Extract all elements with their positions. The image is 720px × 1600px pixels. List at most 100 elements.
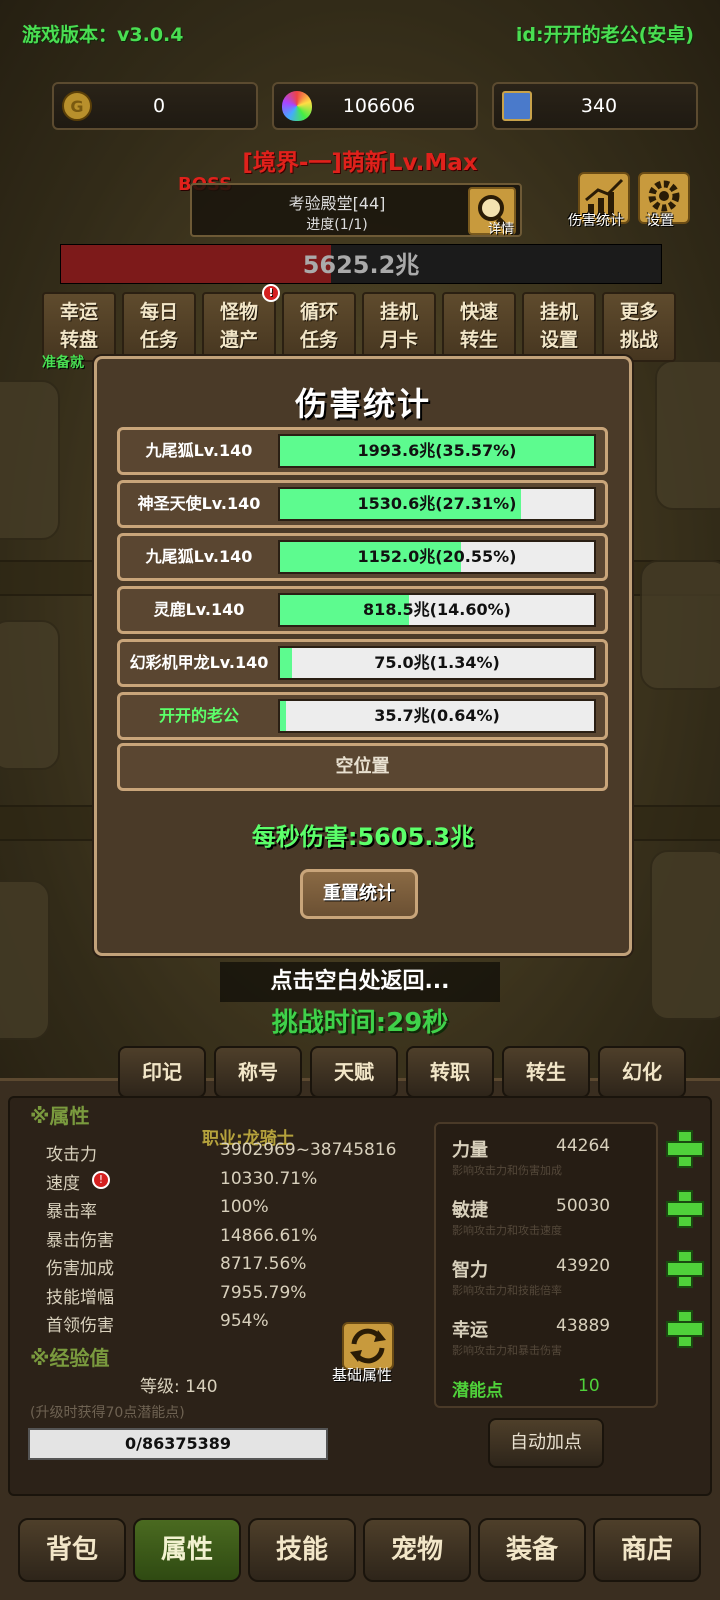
function-button[interactable]: 快速 转生 [442,292,516,362]
stat-value: 50030 [556,1196,611,1216]
stat-description: 影响攻击力和攻击速度 [452,1224,562,1237]
damage-stats-modal: 伤害统计 九尾狐Lv.140 1993.6兆(35.57%) 神圣天使Lv.140 1… [94,356,632,956]
attribute-value: 14866.61% [220,1225,318,1246]
refresh-icon [350,1328,386,1364]
add-point-icon[interactable] [666,1190,704,1228]
damage-row-bar: 75.0兆(1.34%) [278,646,596,680]
egg-resource: 106606 [272,82,478,130]
sub-tab[interactable]: 称号 [214,1046,302,1098]
experience-title: ※经验值 [30,1346,110,1370]
settings-label: 设置 [646,213,674,229]
attribute-name: 速度 [46,1173,80,1194]
attribute-value: 3902969~38745816 [220,1140,397,1160]
damage-row: 神圣天使Lv.140 1530.6兆(27.31%) [117,480,608,528]
reset-stats-button[interactable]: 重置统计 [300,869,418,919]
attribute-name: 技能增幅 [46,1287,114,1308]
damage-row: 灵鹿Lv.140 818.5兆(14.60%) [117,586,608,634]
damage-row-bar: 35.7兆(0.64%) [278,699,596,733]
user-id: id:开开的老公(安卓) [515,24,694,46]
experience-bar: 0/86375389 [28,1428,328,1460]
nav-tab[interactable]: 背包 [18,1518,126,1582]
stat-value: 43920 [556,1256,611,1276]
add-point-icon[interactable] [666,1130,704,1168]
nav-tab[interactable]: 属性 [133,1518,241,1582]
damage-row-name: 神圣天使Lv.140 [137,494,261,513]
sub-tab[interactable]: 印记 [118,1046,206,1098]
bottom-nav: 背包 属性 技能 宠物 装备 商店 [18,1518,701,1582]
stat-description: 影响攻击力和暴击伤害 [452,1344,562,1357]
stage-panel: 考验殿堂[44] 进度(1/1) 详情 [190,183,522,237]
stat-name: 幸运 [452,1320,488,1341]
stat-name: 力量 [452,1140,488,1161]
function-button[interactable]: 挂机 月卡 [362,292,436,362]
function-button[interactable]: 每日 任务 [122,292,196,362]
damage-row-value: 1152.0兆(20.55%) [357,547,517,566]
nav-tab[interactable]: 装备 [478,1518,586,1582]
damage-row-value: 75.0兆(1.34%) [374,653,500,672]
ready-text: 准备就 [42,355,84,371]
gold-coin-icon: G [62,91,92,121]
damage-row-value: 1993.6兆(35.57%) [357,441,517,460]
stat-value: 43889 [556,1316,611,1336]
damage-row: 开开的老公 35.7兆(0.64%) [117,692,608,740]
damage-row-value: 35.7兆(0.64%) [374,706,500,725]
dps-total: 每秒伤害:5605.3兆 [251,823,475,851]
add-point-icon[interactable] [666,1250,704,1288]
attribute-value: 8717.56% [220,1254,307,1274]
damage-row-bar: 1993.6兆(35.57%) [278,434,596,468]
damage-row-bar: 1152.0兆(20.55%) [278,540,596,574]
damage-row: 九尾狐Lv.140 1152.0兆(20.55%) [117,533,608,581]
attributes-title: ※属性 [30,1104,90,1128]
function-button[interactable]: 怪物 遗产! [202,284,280,362]
sub-tab[interactable]: 转生 [502,1046,590,1098]
damage-row-value: 1530.6兆(27.31%) [357,494,517,513]
damage-row-value: 818.5兆(14.60%) [363,600,511,619]
stat-description: 影响攻击力和技能倍率 [452,1284,562,1297]
card-value: 340 [580,95,618,117]
nav-tab[interactable]: 商店 [593,1518,701,1582]
attribute-value: 10330.71% [220,1168,318,1189]
challenge-timer: 挑战时间:29秒 [271,1008,449,1038]
potential-label: 潜能点 [452,1381,503,1401]
stage-progress: 进度(1/1) [306,217,368,233]
basic-attributes-label: 基础属性 [332,1366,393,1384]
game-version: 游戏版本：v3.0.4 [22,24,184,46]
experience-note: (升级时获得70点潜能点) [30,1405,185,1421]
empty-slot: 空位置 [117,743,608,791]
basic-attributes-toggle[interactable] [342,1322,394,1370]
gold-resource: G 0 [52,82,258,130]
stage-detail-label: 详情 [487,222,514,237]
damage-row-name: 幻彩机甲龙Lv.140 [129,653,269,672]
damage-row: 幻彩机甲龙Lv.140 75.0兆(1.34%) [117,639,608,687]
damage-row-name: 九尾狐Lv.140 [145,441,253,460]
function-button[interactable]: 更多 挑战 [602,292,676,362]
alert-badge: ! [262,284,280,302]
nav-tab[interactable]: 宠物 [363,1518,471,1582]
sub-tabs: 印记 称号 天赋 转职 转生 幻化 [118,1046,686,1098]
function-button[interactable]: 挂机 设置 [522,292,596,362]
boss-hp-text: 5625.2兆 [302,251,420,279]
function-button[interactable]: 循环 任务 [282,292,356,362]
stat-name: 敏捷 [452,1200,488,1221]
attribute-value: 954% [220,1311,269,1331]
gold-value: 0 [152,95,166,117]
damage-row-name: 九尾狐Lv.140 [145,547,253,566]
stat-description: 影响攻击力和伤害加成 [452,1164,562,1177]
sub-tab[interactable]: 天赋 [310,1046,398,1098]
sub-tab[interactable]: 转职 [406,1046,494,1098]
add-point-icon[interactable] [666,1310,704,1348]
auto-assign-button[interactable]: 自动加点 [488,1418,604,1468]
damage-row-name: 开开的老公 [158,706,239,725]
function-buttons: 幸运 转盘 每日 任务 怪物 遗产! 循环 任务 挂机 月卡 快速 转生 挂机 设置 更多 挑… [42,284,676,362]
attribute-name: 暴击伤害 [46,1230,114,1251]
sub-tab[interactable]: 幻化 [598,1046,686,1098]
damage-row-bar: 818.5兆(14.60%) [278,593,596,627]
damage-stats-label: 伤害统计 [568,213,624,229]
damage-row-bar: 1530.6兆(27.31%) [278,487,596,521]
stage-name: 考验殿堂[44] [288,194,386,213]
attribute-name: 伤害加成 [46,1259,114,1279]
damage-row: 九尾狐Lv.140 1993.6兆(35.57%) [117,427,608,475]
nav-tab[interactable]: 技能 [248,1518,356,1582]
stat-value: 44264 [556,1136,611,1156]
damage-row-name: 灵鹿Lv.140 [153,600,245,619]
